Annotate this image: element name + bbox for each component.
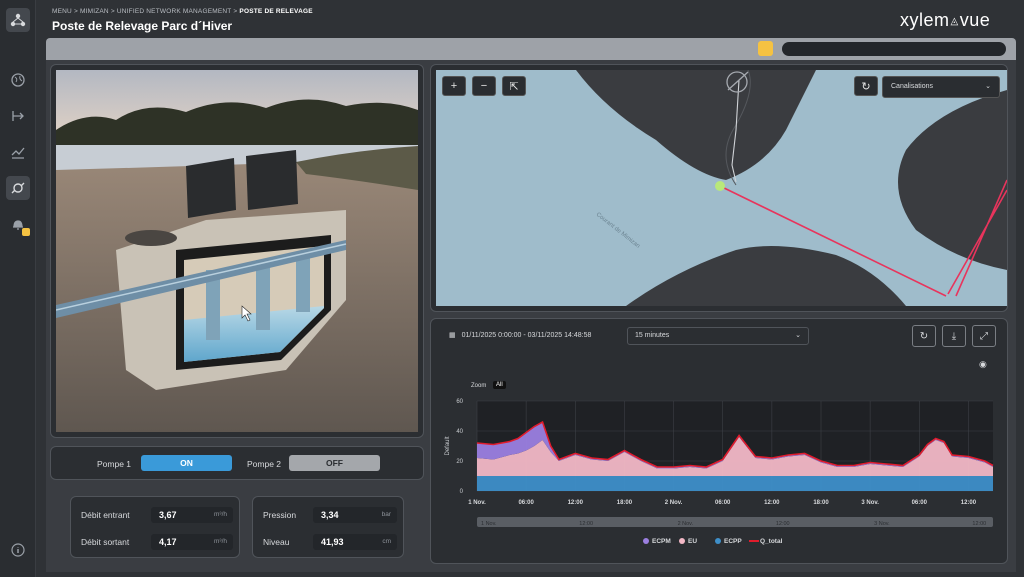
navigator-tick-label: 12:00 bbox=[776, 521, 790, 527]
logo-triangle-icon: ◬ bbox=[950, 16, 959, 27]
flow-in-unit: m³/h bbox=[214, 511, 227, 518]
x-tick-label: 12:00 bbox=[961, 500, 977, 506]
legend-marker-ecpm bbox=[643, 538, 649, 544]
level-unit: cm bbox=[382, 538, 391, 545]
pressure-level-panel: Pression 3,34 bar Niveau 41,93 cm bbox=[252, 496, 404, 558]
layer-select[interactable]: Canalisations ⌄ bbox=[882, 76, 1000, 98]
logo-left-text: xylem bbox=[900, 10, 950, 30]
y-tick-label: 40 bbox=[456, 429, 463, 435]
navigator-tick-label: 2 Nov. bbox=[678, 521, 694, 527]
x-tick-label: 06:00 bbox=[518, 500, 534, 506]
x-tick-label: 12:00 bbox=[764, 500, 780, 506]
navigator-track bbox=[477, 517, 993, 527]
navigator-tick-label: 12:00 bbox=[579, 521, 593, 527]
pumping-station-illustration bbox=[56, 70, 418, 432]
flow-out-value: 4,17 bbox=[159, 537, 177, 547]
pressure-value: 3,34 bbox=[321, 510, 339, 520]
pump2-label: Pompe 2 bbox=[247, 459, 282, 469]
x-tick-label: 06:00 bbox=[912, 500, 928, 506]
layer-select-value: Canalisations bbox=[891, 83, 934, 90]
breadcrumb: MENU > MIMIZAN > UNIFIED NETWORK MANAGEM… bbox=[52, 8, 313, 15]
page-header: MENU > MIMIZAN > UNIFIED NETWORK MANAGEM… bbox=[36, 0, 1024, 40]
map-canvas[interactable]: Courant de Mimizan bbox=[436, 70, 1007, 306]
map-refresh-button[interactable]: ↻ bbox=[854, 76, 878, 96]
legend-marker-ecpp bbox=[715, 538, 721, 544]
x-tick-label: 1 Nov. bbox=[468, 500, 486, 506]
pump-icon[interactable] bbox=[6, 176, 30, 200]
level-value: 41,93 bbox=[321, 537, 344, 547]
flow-in-field: 3,67 m³/h bbox=[151, 507, 233, 523]
breadcrumb-network[interactable]: UNIFIED NETWORK MANAGEMENT bbox=[117, 8, 232, 15]
pressure-unit: bar bbox=[381, 511, 391, 518]
page-title: Poste de Relevage Parc d´Hiver bbox=[52, 19, 233, 33]
x-tick-label: 18:00 bbox=[617, 500, 633, 506]
alert-badge bbox=[22, 228, 30, 236]
navigator-tick-label: 12:00 bbox=[972, 521, 986, 527]
flow-in-value: 3,67 bbox=[159, 510, 177, 520]
flow-icon[interactable] bbox=[6, 104, 30, 128]
legend-label-ecpp: ECPP bbox=[724, 538, 742, 545]
status-bar bbox=[46, 38, 1016, 60]
level-label: Niveau bbox=[263, 537, 290, 547]
pump1-label: Pompe 1 bbox=[97, 459, 132, 469]
navigator-tick-label: 3 Nov. bbox=[874, 521, 890, 527]
info-icon[interactable] bbox=[6, 538, 30, 562]
zoom-in-button[interactable]: + bbox=[442, 76, 466, 96]
breadcrumb-current: POSTE DE RELEVAGE bbox=[239, 8, 313, 15]
x-tick-label: 2 Nov. bbox=[665, 500, 683, 506]
breadcrumb-separator: > bbox=[110, 8, 115, 15]
legend-label-ecpm: ECPM bbox=[652, 538, 671, 545]
logo-right-text: vue bbox=[959, 10, 991, 30]
x-tick-label: 3 Nov. bbox=[861, 500, 879, 506]
breadcrumb-menu[interactable]: MENU bbox=[52, 8, 72, 15]
x-tick-label: 06:00 bbox=[715, 500, 731, 506]
pump-status-panel: Pompe 1 ON Pompe 2 OFF bbox=[50, 446, 424, 480]
series-area-ecpp bbox=[477, 476, 993, 491]
x-tick-label: 12:00 bbox=[568, 500, 584, 506]
fit-extent-button[interactable]: ⇱ bbox=[502, 76, 526, 96]
status-pill bbox=[782, 42, 1006, 56]
pressure-field: 3,34 bar bbox=[313, 507, 397, 523]
x-tick-label: 18:00 bbox=[813, 500, 829, 506]
status-indicator bbox=[758, 41, 773, 56]
trend-chart[interactable]: 0 20 40 60 Default 1 Nov. 06:00 12:00 18:00 2 Nov… bbox=[431, 319, 1009, 549]
legend-marker-eu bbox=[679, 538, 685, 544]
y-tick-label: 0 bbox=[460, 489, 464, 495]
side-navigation bbox=[0, 0, 36, 577]
breadcrumb-separator: > bbox=[233, 8, 238, 15]
pressure-label: Pression bbox=[263, 510, 297, 520]
y-tick-label: 20 bbox=[456, 459, 463, 465]
pump2-toggle[interactable]: OFF bbox=[289, 455, 380, 471]
breadcrumb-separator: > bbox=[73, 8, 78, 15]
pump1-toggle[interactable]: ON bbox=[141, 455, 232, 471]
y-axis-label: Default bbox=[445, 436, 451, 455]
chevron-down-icon: ⌄ bbox=[985, 83, 991, 90]
chart-icon[interactable] bbox=[6, 140, 30, 164]
flow-out-unit: m³/h bbox=[214, 538, 227, 545]
flow-out-field: 4,17 m³/h bbox=[151, 534, 233, 550]
network-icon[interactable] bbox=[6, 8, 30, 32]
network-map[interactable]: Courant de Mimizan + − ⇱ ↻ Canalisations… bbox=[436, 70, 1007, 306]
navigator-tick-label: 1 Nov. bbox=[481, 521, 497, 527]
level-field: 41,93 cm bbox=[313, 534, 397, 550]
globe-icon[interactable] bbox=[6, 68, 30, 92]
legend-label-q_total: Q_total bbox=[760, 538, 783, 545]
flow-in-label: Débit entrant bbox=[81, 510, 130, 520]
xylem-vue-logo: xylem◬vue bbox=[900, 10, 990, 31]
trend-chart-panel: ▦ 01/11/2025 0:00:00 - 03/11/2025 14:48:5… bbox=[430, 318, 1008, 564]
flow-out-label: Débit sortant bbox=[81, 537, 130, 547]
legend-label-eu: EU bbox=[688, 538, 697, 545]
flow-measures-panel: Débit entrant 3,67 m³/h Débit sortant 4,… bbox=[70, 496, 240, 558]
zoom-out-button[interactable]: − bbox=[472, 76, 496, 96]
y-tick-label: 60 bbox=[456, 399, 463, 405]
breadcrumb-site[interactable]: MIMIZAN bbox=[80, 8, 109, 15]
